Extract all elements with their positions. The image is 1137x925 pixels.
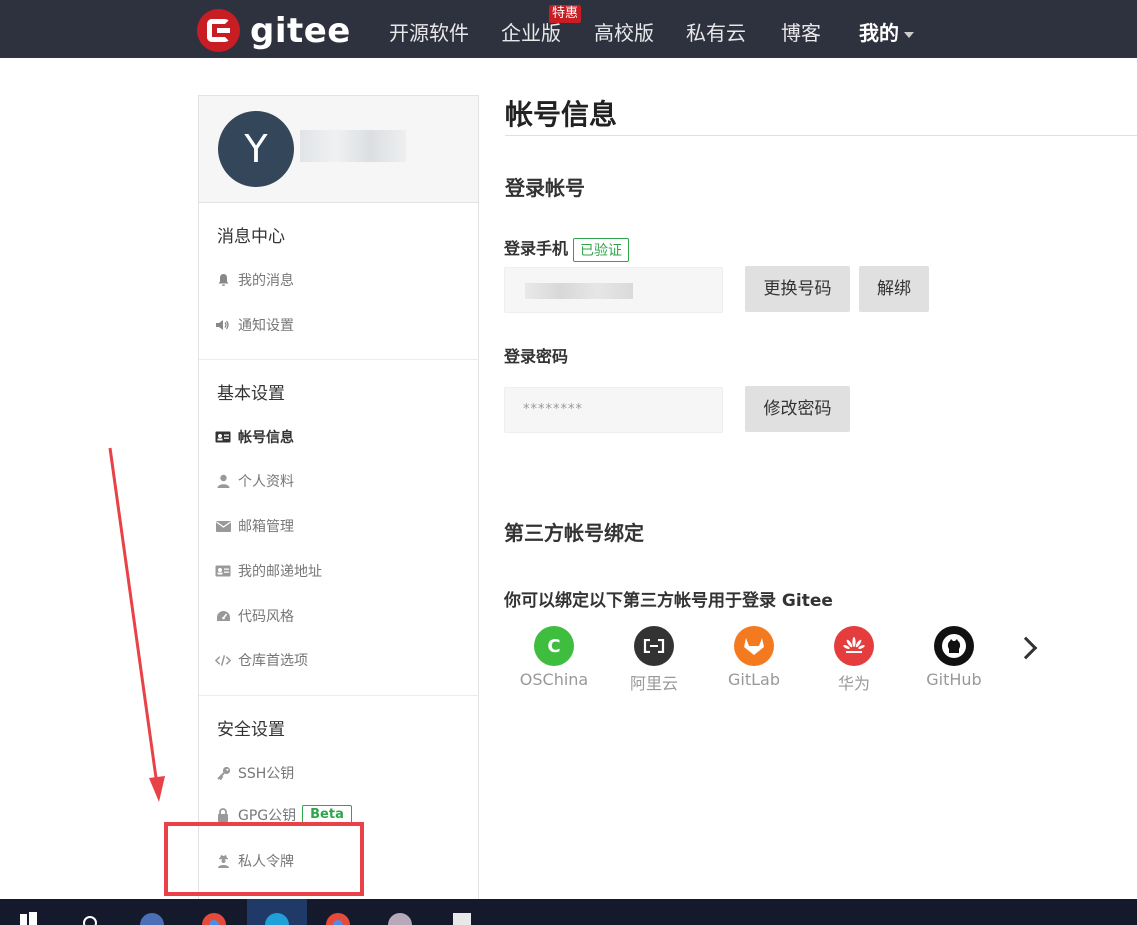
- huawei-icon: [834, 626, 874, 666]
- profile-header: Y: [199, 96, 478, 203]
- chrome-icon-2[interactable]: [318, 899, 358, 925]
- provider-github[interactable]: GitHub: [914, 626, 994, 689]
- brand-name: gitee: [250, 10, 351, 51]
- sidebar-item-label: 通知设置: [238, 318, 294, 334]
- gitee-logo[interactable]: gitee: [197, 9, 351, 52]
- annotation-highlight-box: [164, 822, 364, 896]
- provider-gitlab[interactable]: GitLab: [714, 626, 794, 689]
- chevron-right-icon[interactable]: [1014, 636, 1038, 660]
- sidebar-item-account-info[interactable]: 帐号信息: [215, 427, 294, 447]
- sidebar-item-label: 代码风格: [238, 609, 294, 625]
- address-card-icon: [215, 564, 231, 578]
- page-title: 帐号信息: [505, 98, 618, 131]
- provider-label: GitLab: [728, 670, 780, 689]
- nav-private-cloud[interactable]: 私有云: [686, 17, 746, 46]
- os-taskbar: [0, 899, 1137, 925]
- blurred-phone-number: [525, 283, 633, 299]
- nav-blog[interactable]: 博客: [781, 17, 821, 46]
- section-divider: [199, 695, 478, 696]
- annotation-arrow: [108, 447, 165, 802]
- nav-open-source[interactable]: 开源软件: [389, 17, 469, 46]
- provider-oschina[interactable]: C OSChina: [514, 626, 594, 689]
- sidebar-item-mailing-address[interactable]: 我的邮递地址: [215, 561, 322, 581]
- sidebar-item-label: 我的邮递地址: [238, 564, 322, 580]
- sidebar-item-email[interactable]: 邮箱管理: [215, 516, 294, 536]
- app-icon-1[interactable]: [132, 899, 172, 925]
- code-icon: [215, 653, 231, 667]
- phone-label-row: 登录手机 已验证: [504, 235, 630, 262]
- envelope-icon: [215, 519, 231, 533]
- sidebar-item-repo-preferences[interactable]: 仓库首选项: [215, 650, 308, 670]
- provider-label: GitHub: [926, 670, 982, 689]
- sidebar-item-my-messages[interactable]: 我的消息: [215, 270, 294, 290]
- settings-sidebar: Y 消息中心 我的消息 通知设置 基本设置 帐号信息 个人资料 邮箱管理 我的邮…: [198, 95, 479, 905]
- section-title-security: 安全设置: [217, 720, 285, 740]
- section-title-messages: 消息中心: [217, 227, 285, 247]
- sidebar-item-label: 邮箱管理: [238, 519, 294, 535]
- lock-icon: [215, 808, 231, 822]
- provider-huawei[interactable]: 华为: [814, 626, 894, 694]
- phone-label: 登录手机: [504, 239, 569, 258]
- third-party-hint: 你可以绑定以下第三方帐号用于登录 Gitee: [504, 591, 833, 611]
- bell-icon: [215, 273, 231, 287]
- change-password-button[interactable]: 修改密码: [745, 386, 850, 432]
- chevron-down-icon: [904, 31, 914, 38]
- dashboard-icon: [215, 609, 231, 623]
- sidebar-item-label: 个人资料: [238, 474, 294, 490]
- nav-mine-dropdown[interactable]: 我的: [859, 17, 914, 46]
- app-icon-3[interactable]: [442, 899, 482, 925]
- title-divider: [505, 135, 1137, 136]
- search-icon[interactable]: [70, 899, 110, 925]
- password-field[interactable]: ********: [504, 387, 723, 433]
- avatar[interactable]: Y: [218, 111, 294, 187]
- change-number-button[interactable]: 更换号码: [745, 266, 850, 312]
- gitlab-icon: [734, 626, 774, 666]
- sidebar-item-notify-settings[interactable]: 通知设置: [215, 315, 294, 335]
- sidebar-item-label: SSH公钥: [238, 766, 295, 782]
- unbind-button[interactable]: 解绑: [859, 266, 929, 312]
- sidebar-item-label: 帐号信息: [238, 430, 294, 446]
- verified-badge: 已验证: [573, 237, 630, 262]
- top-navbar: gitee 开源软件 企业版 特惠 高校版 私有云 博客 我的: [0, 0, 1137, 58]
- sidebar-item-label: 仓库首选项: [238, 653, 308, 669]
- phone-field[interactable]: [504, 267, 723, 313]
- promo-badge: 特惠: [549, 5, 582, 23]
- login-section-title: 登录帐号: [505, 176, 585, 200]
- section-title-basic: 基本设置: [217, 384, 285, 404]
- password-masked-value: ********: [523, 402, 583, 417]
- third-party-title: 第三方帐号绑定: [504, 521, 644, 545]
- password-label: 登录密码: [504, 347, 569, 366]
- windows-start-icon[interactable]: [8, 899, 48, 925]
- nav-university[interactable]: 高校版: [594, 17, 654, 46]
- edge-icon[interactable]: [247, 899, 307, 925]
- speaker-icon: [215, 318, 231, 332]
- github-icon: [934, 626, 974, 666]
- oschina-icon: C: [534, 626, 574, 666]
- blurred-username: [300, 130, 406, 162]
- provider-aliyun[interactable]: 阿里云: [614, 626, 694, 694]
- app-icon-2[interactable]: [380, 899, 420, 925]
- user-icon: [215, 474, 231, 488]
- sidebar-item-ssh-keys[interactable]: SSH公钥: [215, 763, 294, 783]
- chrome-icon[interactable]: [194, 899, 234, 925]
- provider-label: 华为: [837, 674, 870, 693]
- gitee-logo-icon: [197, 9, 240, 52]
- id-card-icon: [215, 430, 231, 444]
- section-divider: [199, 359, 478, 360]
- provider-label: 阿里云: [629, 674, 678, 693]
- sidebar-item-label: 我的消息: [238, 273, 294, 289]
- key-icon: [215, 766, 231, 780]
- sidebar-item-profile[interactable]: 个人资料: [215, 471, 294, 491]
- provider-label: OSChina: [519, 670, 589, 689]
- sidebar-item-code-style[interactable]: 代码风格: [215, 606, 294, 626]
- aliyun-icon: [634, 626, 674, 666]
- nav-mine-label: 我的: [859, 21, 899, 45]
